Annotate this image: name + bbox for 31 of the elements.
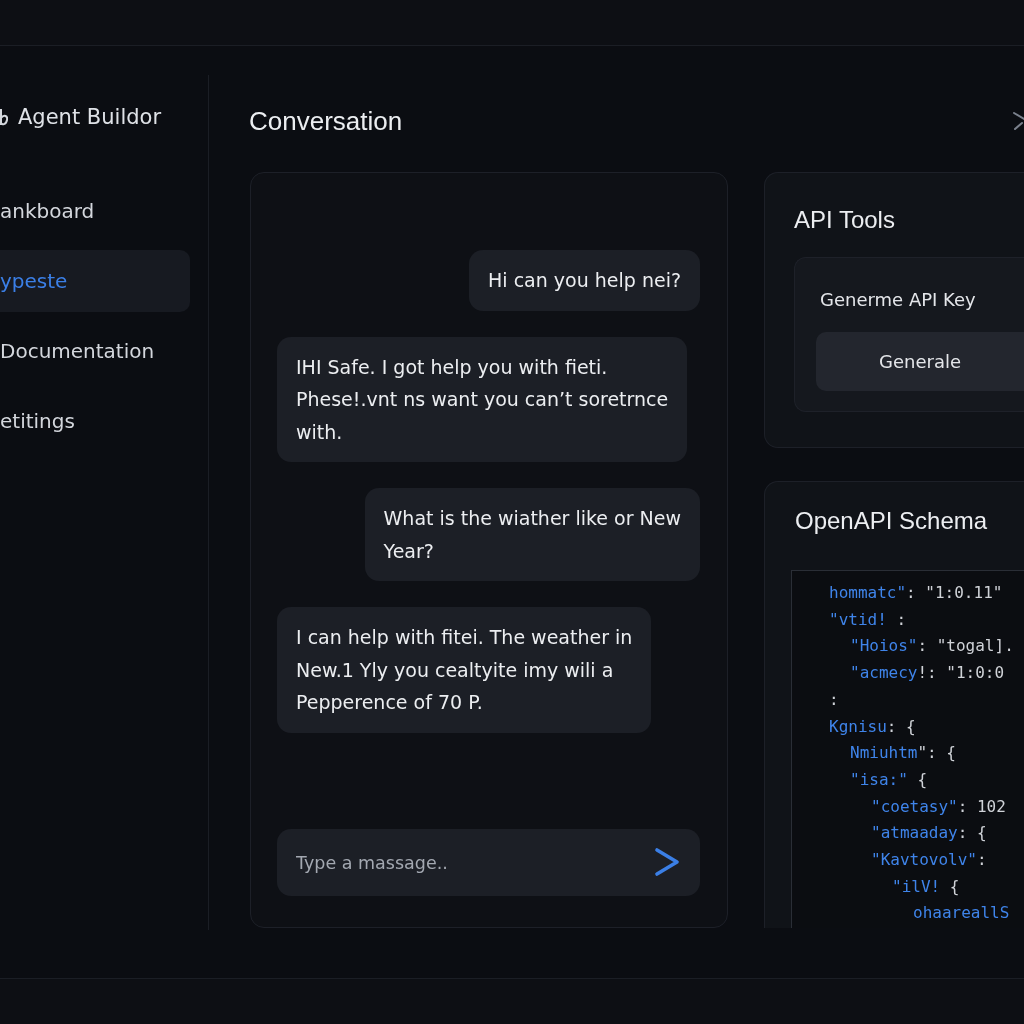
code-line: "isa:" {	[850, 768, 928, 791]
code-line: "Hoios": "togal].	[850, 635, 1014, 658]
sidebar-item[interactable]: ankboard	[0, 180, 190, 242]
code-line: "Kavtovolv":	[871, 849, 987, 872]
user-message: Hi can you help nei?	[469, 250, 700, 311]
card-title: OpenAPI Schema	[795, 507, 989, 535]
code-line: "acmecy!: "1:0:0	[850, 662, 1005, 685]
app-title: Agent Buildor	[18, 105, 162, 129]
code-line: "atmaaday: {	[871, 822, 987, 845]
code-line: hommatc": "1:0.11"	[829, 582, 1003, 604]
card-title: API Tools	[794, 206, 896, 234]
logo-icon	[0, 108, 8, 126]
sidebar-item[interactable]: Documentation	[0, 320, 190, 382]
generate-key-label: Generme API Key	[820, 289, 977, 311]
user-message: What is the wiather like or New Year?	[364, 488, 700, 581]
send-icon[interactable]	[654, 847, 680, 877]
code-line: ohaareallS	[913, 902, 1010, 925]
code-line: Kgnisu: {	[829, 715, 916, 738]
code-line: Nmiuhtm": {	[850, 742, 956, 765]
generate-button[interactable]: Generale	[816, 332, 1024, 391]
assistant-message: I can help with fitei. The weather in New.1 Yly you cealtyite imy wili a Pepperence of 70 P.	[277, 607, 652, 733]
assistant-message: IHI Safe. I got help you with fieti. Phese!.vnt ns want you can’t soretrnce with.	[277, 336, 688, 462]
code-line: :	[829, 688, 839, 711]
message-input[interactable]: Type a massage..	[277, 829, 700, 896]
code-line: "ilV! {	[892, 875, 960, 898]
page-title: Conversation	[249, 105, 403, 137]
code-line: "coetasy": 102	[871, 795, 1006, 818]
close-icon[interactable]	[1013, 112, 1024, 130]
code-line: "vtid! :	[829, 608, 907, 631]
sidebar-item[interactable]: etitings	[0, 390, 190, 452]
sidebar-item[interactable]: ypeste	[0, 250, 190, 312]
